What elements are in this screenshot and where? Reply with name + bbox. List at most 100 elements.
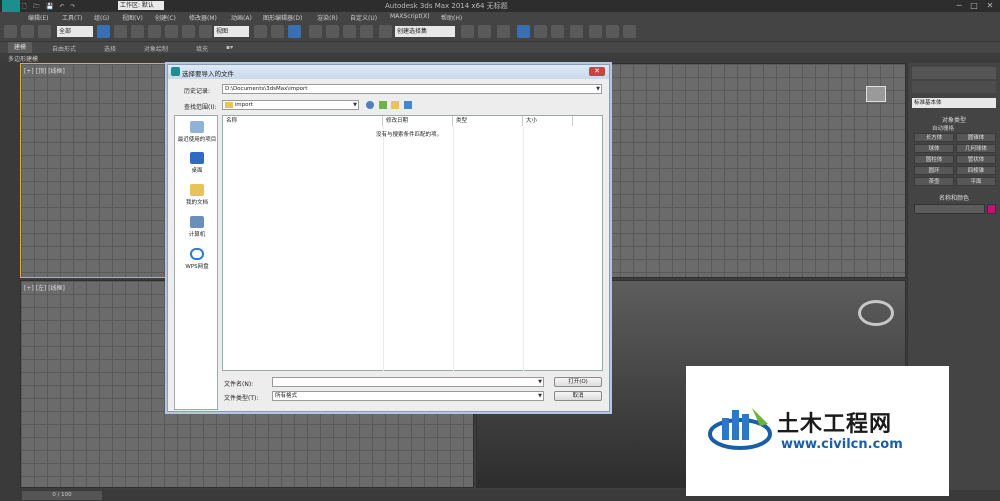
- create-category-icons[interactable]: [912, 81, 996, 93]
- view-menu-icon[interactable]: [404, 101, 412, 109]
- box-button[interactable]: 长方体: [914, 133, 954, 142]
- tab-object-paint[interactable]: 对象绘制: [144, 44, 168, 53]
- pivot-center-icon[interactable]: [254, 25, 267, 38]
- polygon-modeling-label[interactable]: 多边形建模: [8, 54, 38, 63]
- menu-view[interactable]: 视图(V): [122, 13, 143, 22]
- rotate-icon[interactable]: [182, 25, 195, 38]
- cancel-button[interactable]: 取消: [554, 391, 602, 401]
- menu-modifiers[interactable]: 修改器(M): [189, 13, 217, 22]
- rollout-object-type[interactable]: 对象类型: [912, 115, 996, 124]
- tube-button[interactable]: 管状体: [956, 155, 996, 164]
- geosphere-button[interactable]: 几何球体: [956, 144, 996, 153]
- mirror-icon[interactable]: [461, 25, 474, 38]
- menu-customize[interactable]: 自定义(U): [350, 13, 377, 22]
- column-header-date[interactable]: 修改日期: [383, 116, 453, 126]
- reference-coordinate-dropdown[interactable]: 视图: [214, 26, 249, 37]
- workspace-dropdown[interactable]: 工作区: 默认: [118, 1, 164, 10]
- viewport-left-label[interactable]: [+] [左] [线框]: [24, 283, 65, 292]
- viewcube-persp-icon[interactable]: [858, 300, 894, 326]
- redo-icon[interactable]: [21, 25, 34, 38]
- edit-named-selection-icon[interactable]: [379, 25, 392, 38]
- percent-snap-icon[interactable]: [343, 25, 356, 38]
- undo-icon[interactable]: [4, 25, 17, 38]
- place-documents[interactable]: 我的文档: [175, 184, 219, 206]
- app-logo-icon[interactable]: [2, 0, 20, 12]
- time-slider[interactable]: 0 / 100: [22, 491, 102, 500]
- scale-icon[interactable]: [199, 25, 212, 38]
- layer-manager-icon[interactable]: [497, 25, 510, 38]
- look-in-dropdown[interactable]: import ▼: [222, 100, 359, 110]
- link-icon[interactable]: [38, 25, 51, 38]
- curve-editor-icon[interactable]: [534, 25, 547, 38]
- cylinder-button[interactable]: 圆柱体: [914, 155, 954, 164]
- schematic-view-icon[interactable]: [551, 25, 564, 38]
- category-dropdown[interactable]: 标准基本体: [912, 98, 996, 108]
- snaps-toggle-icon[interactable]: [309, 25, 322, 38]
- teapot-button[interactable]: 茶壶: [914, 177, 954, 186]
- menu-animation[interactable]: 动画(A): [231, 13, 252, 22]
- menu-edit[interactable]: 编辑(E): [28, 13, 48, 22]
- named-selection-dropdown[interactable]: 创建选择集: [395, 26, 455, 37]
- close-window-button[interactable]: ✕: [983, 0, 997, 11]
- tab-populate[interactable]: 填充: [196, 44, 208, 53]
- maximize-button[interactable]: □: [967, 0, 981, 11]
- history-dropdown[interactable]: D:\Documents\3dsMax\import ▼: [222, 84, 602, 94]
- column-header-type[interactable]: 类型: [453, 116, 523, 126]
- command-panel-tabs[interactable]: [912, 67, 996, 79]
- menu-rendering[interactable]: 渲染(R): [317, 13, 338, 22]
- ribbon-options-icon[interactable]: ▪▾: [226, 44, 233, 51]
- autogrid-checkbox[interactable]: 自动栅格: [932, 124, 992, 132]
- render-setup-icon[interactable]: [589, 25, 602, 38]
- tab-modeling[interactable]: 建模: [8, 42, 33, 53]
- rectangle-selection-icon[interactable]: [131, 25, 144, 38]
- move-icon[interactable]: [165, 25, 178, 38]
- viewcube-icon[interactable]: [866, 86, 886, 102]
- render-production-icon[interactable]: [623, 25, 636, 38]
- object-name-field[interactable]: [914, 204, 985, 214]
- select-object-icon[interactable]: [97, 25, 110, 38]
- new-folder-icon[interactable]: [391, 101, 399, 109]
- menu-group[interactable]: 组(G): [94, 13, 109, 22]
- filetype-dropdown[interactable]: 所有格式 ▼: [272, 391, 544, 401]
- quick-access-toolbar[interactable]: 🗋 🗁 💾 ↶ ↷: [22, 2, 77, 12]
- up-folder-icon[interactable]: [379, 101, 387, 109]
- column-header-size[interactable]: 大小: [523, 116, 573, 126]
- tab-selection[interactable]: 选择: [104, 44, 116, 53]
- rendered-frame-window-icon[interactable]: [606, 25, 619, 38]
- viewport-top-label[interactable]: [+] [顶] [线框]: [24, 66, 65, 75]
- open-button[interactable]: 打开(O): [554, 377, 602, 387]
- cone-button[interactable]: 圆锥体: [956, 133, 996, 142]
- menu-tools[interactable]: 工具(T): [62, 13, 82, 22]
- menu-create[interactable]: 创建(C): [155, 13, 176, 22]
- place-wps-cloud[interactable]: WPS网盘: [175, 248, 219, 270]
- place-recent[interactable]: 最近使用的项目: [175, 121, 219, 143]
- plane-button[interactable]: 平面: [956, 177, 996, 186]
- select-manipulate-icon[interactable]: [271, 25, 284, 38]
- window-crossing-icon[interactable]: [148, 25, 161, 38]
- angle-snap-icon[interactable]: [326, 25, 339, 38]
- menu-graph-editors[interactable]: 图形编辑器(D): [263, 13, 302, 22]
- dialog-close-button[interactable]: ✕: [589, 67, 605, 76]
- place-computer[interactable]: 计算机: [175, 216, 219, 238]
- align-icon[interactable]: [478, 25, 491, 38]
- object-color-swatch[interactable]: [987, 204, 996, 214]
- rollout-name-color[interactable]: 名称和颜色: [912, 193, 996, 202]
- menu-help[interactable]: 帮助(H): [441, 13, 462, 22]
- select-by-name-icon[interactable]: [114, 25, 127, 38]
- spinner-snap-icon[interactable]: [360, 25, 373, 38]
- menu-maxscript[interactable]: MAXScript(X): [390, 13, 430, 20]
- tab-freeform[interactable]: 自由形式: [52, 44, 76, 53]
- torus-button[interactable]: 圆环: [914, 166, 954, 175]
- material-editor-icon[interactable]: [570, 25, 583, 38]
- selection-filter-dropdown[interactable]: 全部: [57, 26, 93, 37]
- column-header-name[interactable]: 名称: [223, 116, 383, 126]
- sphere-button[interactable]: 球体: [914, 144, 954, 153]
- minimize-button[interactable]: ─: [952, 0, 966, 11]
- keyboard-shortcut-toggle-icon[interactable]: [288, 25, 301, 38]
- pyramid-button[interactable]: 四棱锥: [956, 166, 996, 175]
- place-desktop[interactable]: 桌面: [175, 152, 219, 174]
- graphite-toolbar-icon[interactable]: [517, 25, 530, 38]
- back-icon[interactable]: [366, 101, 374, 109]
- filename-input[interactable]: ▼: [272, 377, 544, 387]
- file-list[interactable]: 名称 修改日期 类型 大小 没有与搜索条件匹配的项。: [222, 115, 603, 371]
